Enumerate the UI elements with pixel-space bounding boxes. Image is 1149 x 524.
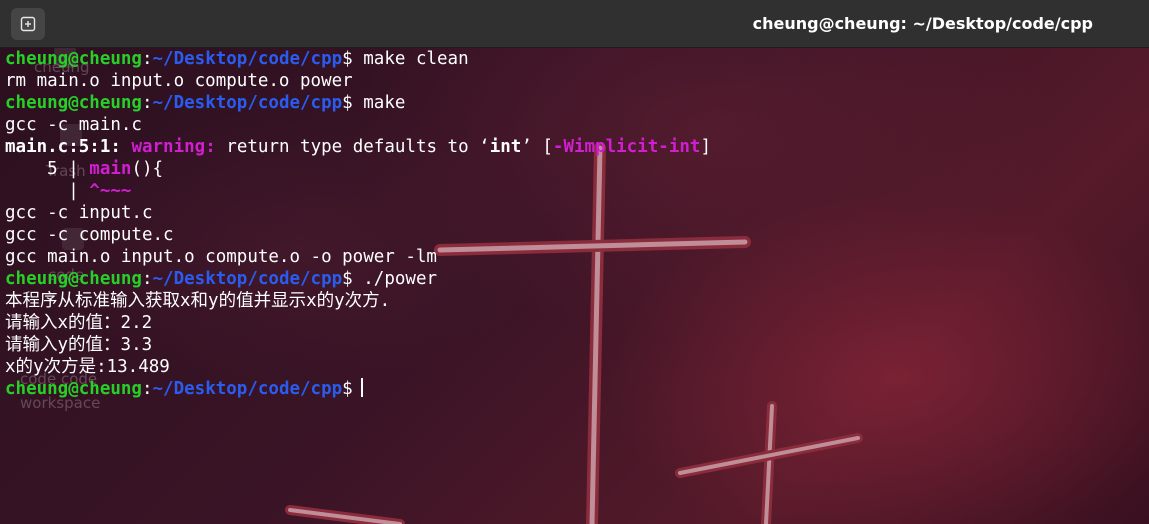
prompt-symbol: $ — [342, 93, 353, 113]
prompt-line: cheung@cheung:~/Desktop/code/cpp$ make — [5, 92, 711, 114]
command-text: make — [363, 93, 406, 113]
prompt-symbol: $ — [342, 269, 353, 289]
output-line: gcc main.o input.o compute.o -o power -l… — [5, 247, 437, 267]
text-cursor — [360, 378, 363, 397]
input-prompt: 请输入y的值： — [5, 335, 121, 355]
prompt-separator: : — [141, 379, 153, 399]
command-text: ./power — [363, 269, 438, 289]
program-output-line: x的y次方是:13.489 — [5, 357, 170, 377]
caret-line: | ^~~~ — [5, 180, 711, 202]
prompt-path: ~/Desktop/code/cpp — [152, 49, 343, 69]
program-output-line: 请输入y的值：3.3 — [5, 334, 711, 356]
program-output-line: 请输入x的值：2.2 — [5, 312, 711, 334]
program-output-line: 本程序从标准输入获取x和y的值并显示x的y次方. — [5, 291, 391, 311]
source-code: (){ — [131, 159, 164, 179]
prompt-line: cheung@cheung:~/Desktop/code/cpp$ make c… — [5, 48, 711, 70]
input-value: 3.3 — [120, 335, 153, 355]
prompt-user-host: cheung@cheung — [5, 49, 142, 69]
output-line: gcc -c main.c — [5, 115, 142, 135]
prompt-symbol: $ — [342, 49, 353, 69]
prompt-symbol: $ — [342, 379, 353, 399]
warning-message: return type defaults to ‘ — [226, 137, 490, 157]
prompt-separator: : — [141, 49, 153, 69]
title-bar: cheung@cheung: ~/Desktop/code/cpp — [0, 0, 1149, 48]
output-line: gcc -c compute.c — [5, 225, 174, 245]
warning-flag: -Wimplicit-int — [552, 137, 701, 157]
prompt-user-host: cheung@cheung — [5, 269, 142, 289]
output-line: gcc -c input.c — [5, 203, 153, 223]
source-gutter: 5 | — [5, 159, 90, 179]
prompt-path: ~/Desktop/code/cpp — [152, 269, 343, 289]
window-title: cheung@cheung: ~/Desktop/code/cpp — [752, 14, 1093, 33]
active-prompt-line[interactable]: cheung@cheung:~/Desktop/code/cpp$ — [5, 378, 711, 400]
terminal-area[interactable]: cheung Trash code code code workspace ch… — [0, 48, 1149, 524]
prompt-path: ~/Desktop/code/cpp — [152, 379, 343, 399]
prompt-line: cheung@cheung:~/Desktop/code/cpp$ ./powe… — [5, 268, 711, 290]
warning-line: main.c:5:1: warning: return type default… — [5, 136, 711, 158]
caret-gutter: | — [5, 181, 90, 201]
output-line: rm main.o input.o compute.o power — [5, 71, 353, 91]
input-prompt: 请输入x的值： — [5, 313, 121, 333]
prompt-separator: : — [141, 93, 153, 113]
warning-message: ’ [ — [521, 137, 553, 157]
source-line: 5 | main(){ — [5, 158, 711, 180]
source-highlight: main — [89, 159, 132, 179]
warning-location: main.c:5:1: — [5, 137, 121, 157]
prompt-user-host: cheung@cheung — [5, 379, 142, 399]
warning-keyword: int — [489, 137, 522, 157]
prompt-user-host: cheung@cheung — [5, 93, 142, 113]
warning-message: ] — [700, 137, 711, 157]
terminal-output: cheung@cheung:~/Desktop/code/cpp$ make c… — [5, 48, 711, 400]
prompt-separator: : — [141, 269, 153, 289]
command-text: make clean — [363, 49, 469, 69]
input-value: 2.2 — [120, 313, 153, 333]
warning-label: warning: — [131, 137, 216, 157]
caret-marks: ^~~~ — [89, 181, 132, 201]
prompt-path: ~/Desktop/code/cpp — [152, 93, 343, 113]
